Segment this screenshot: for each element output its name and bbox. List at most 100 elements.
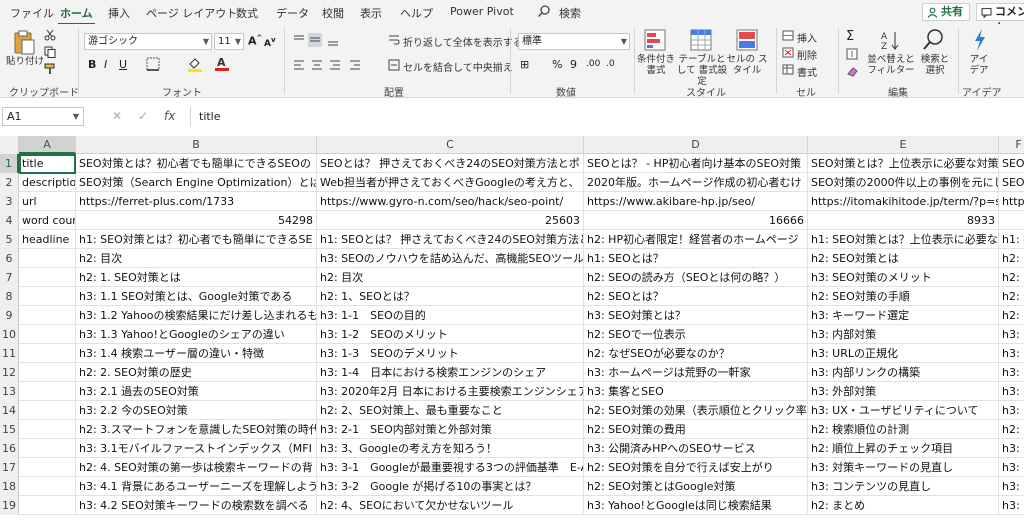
row-header[interactable]: 9	[0, 306, 19, 325]
percent-format-icon[interactable]: %	[552, 58, 562, 71]
cell-d1[interactable]: SEOとは？ - HP初心者向け基本のSEO対策	[584, 154, 808, 173]
format-painter-icon[interactable]	[44, 63, 56, 75]
cell-b10[interactable]: h3: 1.3 Yahoo!とGoogleのシェアの違い	[76, 325, 317, 344]
select-all-corner[interactable]	[0, 136, 19, 154]
cell-e6[interactable]: h2: SEO対策とは	[808, 249, 999, 268]
delete-cells-button[interactable]: 削除	[797, 47, 817, 62]
cell-f8[interactable]: h2:	[999, 287, 1024, 306]
row-header[interactable]: 8	[0, 287, 19, 306]
cell-b8[interactable]: h3: 1.1 SEO対策とは、Google対策である	[76, 287, 317, 306]
cell-e2[interactable]: SEO対策の2000件以上の事例を元にし	[808, 173, 999, 192]
cell-a1[interactable]: title	[19, 154, 76, 173]
cell-c13[interactable]: h3: 2020年2月 日本における主要検索エンジンシェア	[317, 382, 584, 401]
cell-d8[interactable]: h2: SEOとは？	[584, 287, 808, 306]
conditional-format-button[interactable]: 条件付き 書式	[634, 54, 678, 76]
tab-file[interactable]: ファイル	[10, 5, 54, 21]
cell-a5[interactable]: headline	[19, 230, 76, 249]
cell-a8[interactable]	[19, 287, 76, 306]
row-header[interactable]: 1	[0, 154, 19, 173]
cell-e12[interactable]: h3: 内部リンクの構築	[808, 363, 999, 382]
currency-format-icon[interactable]: ⊞	[520, 58, 529, 71]
font-name-select[interactable]: 游ゴシック ▼	[84, 33, 212, 50]
paste-icon[interactable]	[12, 30, 36, 56]
row-header[interactable]: 15	[0, 420, 19, 439]
cell-a7[interactable]	[19, 268, 76, 287]
cell-a6[interactable]	[19, 249, 76, 268]
italic-button[interactable]: I	[104, 58, 107, 71]
cell-f18[interactable]: h3:	[999, 477, 1024, 496]
cell-a17[interactable]	[19, 458, 76, 477]
sort-filter-button[interactable]: 並べ替えと フィルター	[866, 54, 916, 76]
cell-f16[interactable]: h3:	[999, 439, 1024, 458]
search-label[interactable]: 検索	[559, 5, 581, 21]
cell-d15[interactable]: h2: SEO対策の費用	[584, 420, 808, 439]
cell-c4[interactable]: 25603	[317, 211, 584, 230]
cell-a2[interactable]: descriptio	[19, 173, 76, 192]
cell-e14[interactable]: h3: UX・ユーザビリティについて	[808, 401, 999, 420]
comment-button[interactable]: コメント	[976, 3, 1024, 34]
row-header[interactable]: 16	[0, 439, 19, 458]
vertical-align-icons[interactable]	[292, 33, 344, 47]
copy-icon[interactable]	[44, 46, 56, 58]
cell-e16[interactable]: h2: 順位上昇のチェック項目	[808, 439, 999, 458]
row-header[interactable]: 12	[0, 363, 19, 382]
cell-a14[interactable]	[19, 401, 76, 420]
row-header[interactable]: 19	[0, 496, 19, 515]
cell-d5[interactable]: h2: HP初心者限定！経営者のホームページ	[584, 230, 808, 249]
cell-b3[interactable]: https://ferret-plus.com/1733	[76, 192, 317, 211]
row-header[interactable]: 10	[0, 325, 19, 344]
find-select-button[interactable]: 検索と 選択	[918, 54, 952, 76]
cell-b13[interactable]: h3: 2.1 過去のSEO対策	[76, 382, 317, 401]
cell-b4[interactable]: 54298	[76, 211, 317, 230]
cell-c6[interactable]: h3: SEOのノウハウを詰め込んだ、高機能SEOツール	[317, 249, 584, 268]
cell-styles-button[interactable]: セルの スタイル	[726, 54, 768, 76]
row-header[interactable]: 5	[0, 230, 19, 249]
font-color-icon[interactable]: A	[214, 55, 230, 72]
column-header-f[interactable]: F	[999, 136, 1024, 154]
cell-c5[interactable]: h1: SEOとは？ 押さえておくべき24のSEO対策方法と	[317, 230, 584, 249]
wrap-text-button[interactable]: 折り返して全体を表示する	[403, 34, 523, 49]
cell-e8[interactable]: h2: SEO対策の手順	[808, 287, 999, 306]
cell-d9[interactable]: h3: SEO対策とは？	[584, 306, 808, 325]
cell-e3[interactable]: https://itomakihitode.jp/term/?p=se	[808, 192, 999, 211]
cell-c17[interactable]: h3: 3-1 Googleが最重要視する3つの評価基準 E-A	[317, 458, 584, 477]
ideas-button[interactable]: アイ デア	[966, 54, 992, 76]
cell-b6[interactable]: h2: 目次	[76, 249, 317, 268]
decrease-font-icon[interactable]: Av	[264, 36, 276, 49]
column-header-e[interactable]: E	[808, 136, 999, 154]
cell-a11[interactable]	[19, 344, 76, 363]
cell-d6[interactable]: h1: SEOとは？	[584, 249, 808, 268]
row-header[interactable]: 18	[0, 477, 19, 496]
tab-page-layout[interactable]: ページ レイアウト	[146, 5, 237, 21]
cell-e10[interactable]: h3: 内部対策	[808, 325, 999, 344]
search-icon[interactable]	[537, 4, 551, 18]
increase-decimal-icon[interactable]: .00	[586, 59, 600, 69]
increase-font-icon[interactable]: A^	[248, 34, 262, 48]
cell-c2[interactable]: Web担当者が押さえておくべきGoogleの考え方と、	[317, 173, 584, 192]
cell-c3[interactable]: https://www.gyro-n.com/seo/hack/seo-poin…	[317, 192, 584, 211]
cell-b2[interactable]: SEO対策（Search Engine Optimization）とは、	[76, 173, 317, 192]
cell-a9[interactable]	[19, 306, 76, 325]
cell-b15[interactable]: h2: 3.スマートフォンを意識したSEO対策の時代	[76, 420, 317, 439]
cell-a10[interactable]	[19, 325, 76, 344]
cell-d19[interactable]: h3: Yahoo!とGoogleは同じ検索結果	[584, 496, 808, 515]
cell-c10[interactable]: h3: 1-2 SEOのメリット	[317, 325, 584, 344]
cancel-icon[interactable]: ✕	[112, 109, 122, 123]
cell-a3[interactable]: url	[19, 192, 76, 211]
cell-d14[interactable]: h2: SEO対策の効果（表示順位とクリック率	[584, 401, 808, 420]
cell-d13[interactable]: h3: 集客とSEO	[584, 382, 808, 401]
cell-f4[interactable]	[999, 211, 1024, 230]
cell-f12[interactable]: h3:	[999, 363, 1024, 382]
cell-b9[interactable]: h3: 1.2 Yahooの検索結果にだけ差し込まれるも	[76, 306, 317, 325]
cell-f5[interactable]: h1: S	[999, 230, 1024, 249]
tab-power-pivot[interactable]: Power Pivot	[450, 5, 514, 18]
cell-b12[interactable]: h2: 2. SEO対策の歴史	[76, 363, 317, 382]
cell-f11[interactable]: h3:	[999, 344, 1024, 363]
cell-a15[interactable]	[19, 420, 76, 439]
cell-c9[interactable]: h3: 1-1 SEOの目的	[317, 306, 584, 325]
cell-f10[interactable]: h3:	[999, 325, 1024, 344]
cut-icon[interactable]	[44, 29, 56, 41]
number-format-select[interactable]: 標準 ▼	[518, 33, 630, 50]
cell-f9[interactable]: h2:	[999, 306, 1024, 325]
row-header[interactable]: 17	[0, 458, 19, 477]
